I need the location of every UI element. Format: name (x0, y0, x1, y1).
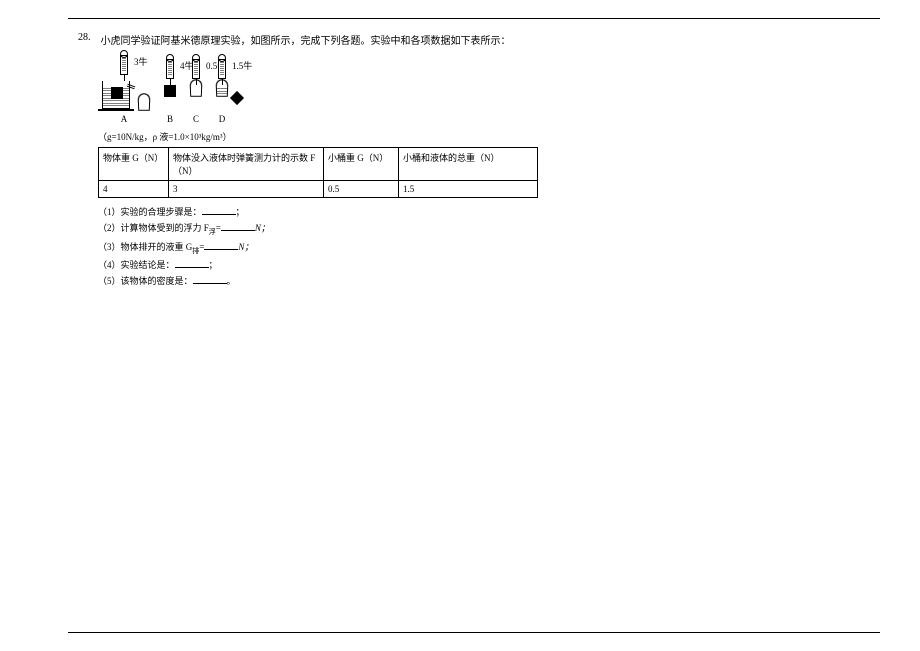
constants-note: （g=10N/kg，ρ 液=1.0×10³kg/m³） (98, 130, 718, 143)
q4-pre: （4）实验结论是： (98, 260, 175, 270)
blank-input[interactable] (221, 221, 255, 231)
beaker-icon (102, 81, 130, 109)
question-stem: 小虎同学验证阿基米德原理实验，如图所示，完成下列各题。实验中和各项数据如下表所示… (101, 36, 511, 47)
blank-input[interactable] (175, 258, 209, 268)
reading-d: 1.5牛 (232, 59, 252, 72)
header-c3: 小桶重 G（N） (324, 148, 399, 181)
bucket-icon (190, 85, 203, 97)
spring-scale-icon (218, 59, 226, 79)
table-data-row: 4 3 0.5 1.5 (99, 181, 538, 198)
label-d: D (219, 114, 226, 124)
cell-c4: 1.5 (399, 181, 538, 198)
spring-scale-icon (192, 59, 200, 79)
spring-scale-icon (120, 55, 128, 75)
bucket-filled-icon (216, 85, 229, 97)
subq-3: （3）物体排开的液重 G排=N； (98, 239, 718, 257)
q2-post: N； (255, 223, 270, 233)
q1-post: ； (236, 207, 245, 217)
q3-pre: （3）物体排开的液重 G (98, 242, 192, 252)
header-c4: 小桶和液体的总重（N） (399, 148, 538, 181)
q5-pre: （5）该物体的密度是： (98, 276, 193, 286)
q3-post: N； (238, 242, 253, 252)
bottom-rule (68, 632, 880, 633)
cell-c2: 3 (169, 181, 324, 198)
subq-4: （4）实验结论是： ； (98, 257, 718, 273)
q4-post: ； (209, 260, 218, 270)
spring-scale-icon (166, 59, 174, 79)
subq-1: （1）实验的合理步骤是： ； (98, 204, 718, 220)
subq-2: （2）计算物体受到的浮力 F浮=N； (98, 220, 718, 238)
block-icon (164, 85, 176, 97)
cell-c3: 0.5 (324, 181, 399, 198)
q1-pre: （1）实验的合理步骤是： (98, 207, 202, 217)
top-rule (68, 18, 880, 19)
sub-questions: （1）实验的合理步骤是： ； （2）计算物体受到的浮力 F浮=N； （3）物体排开… (98, 204, 718, 289)
q5-post: 。 (227, 276, 236, 286)
apparatus-c: 0.5牛 C (190, 59, 202, 124)
question-block: 28. 小虎同学验证阿基米德原理实验，如图所示，完成下列各题。实验中和各项数据如… (78, 32, 718, 289)
apparatus-d: 1.5牛 D (216, 59, 228, 124)
header-c1: 物体重 G（N） (99, 148, 169, 181)
q2-pre: （2）计算物体受到的浮力 F (98, 223, 209, 233)
experiment-diagram: 3牛 A 4牛 (98, 55, 718, 124)
bucket-icon (138, 99, 151, 111)
block-icon (111, 87, 123, 99)
table-header-row: 物体重 G（N） 物体没入液体时弹簧测力计的示数 F（N） 小桶重 G（N） 小… (99, 148, 538, 181)
reading-a: 3牛 (134, 55, 148, 68)
subq-5: （5）该物体的密度是： 。 (98, 273, 718, 289)
q2-sub: 浮 (209, 228, 216, 236)
header-c2: 物体没入液体时弹簧测力计的示数 F（N） (169, 148, 324, 181)
label-a: A (121, 114, 128, 124)
label-c: C (193, 114, 199, 124)
apparatus-b: 4牛 B (164, 59, 176, 124)
pour-block-icon (230, 91, 244, 105)
blank-input[interactable] (204, 240, 238, 250)
blank-input[interactable] (202, 205, 236, 215)
apparatus-a: 3牛 A (98, 55, 150, 124)
cell-c1: 4 (99, 181, 169, 198)
data-table: 物体重 G（N） 物体没入液体时弹簧测力计的示数 F（N） 小桶重 G（N） 小… (98, 147, 538, 198)
blank-input[interactable] (193, 274, 227, 284)
label-b: B (167, 114, 173, 124)
question-number: 28. (78, 32, 98, 43)
